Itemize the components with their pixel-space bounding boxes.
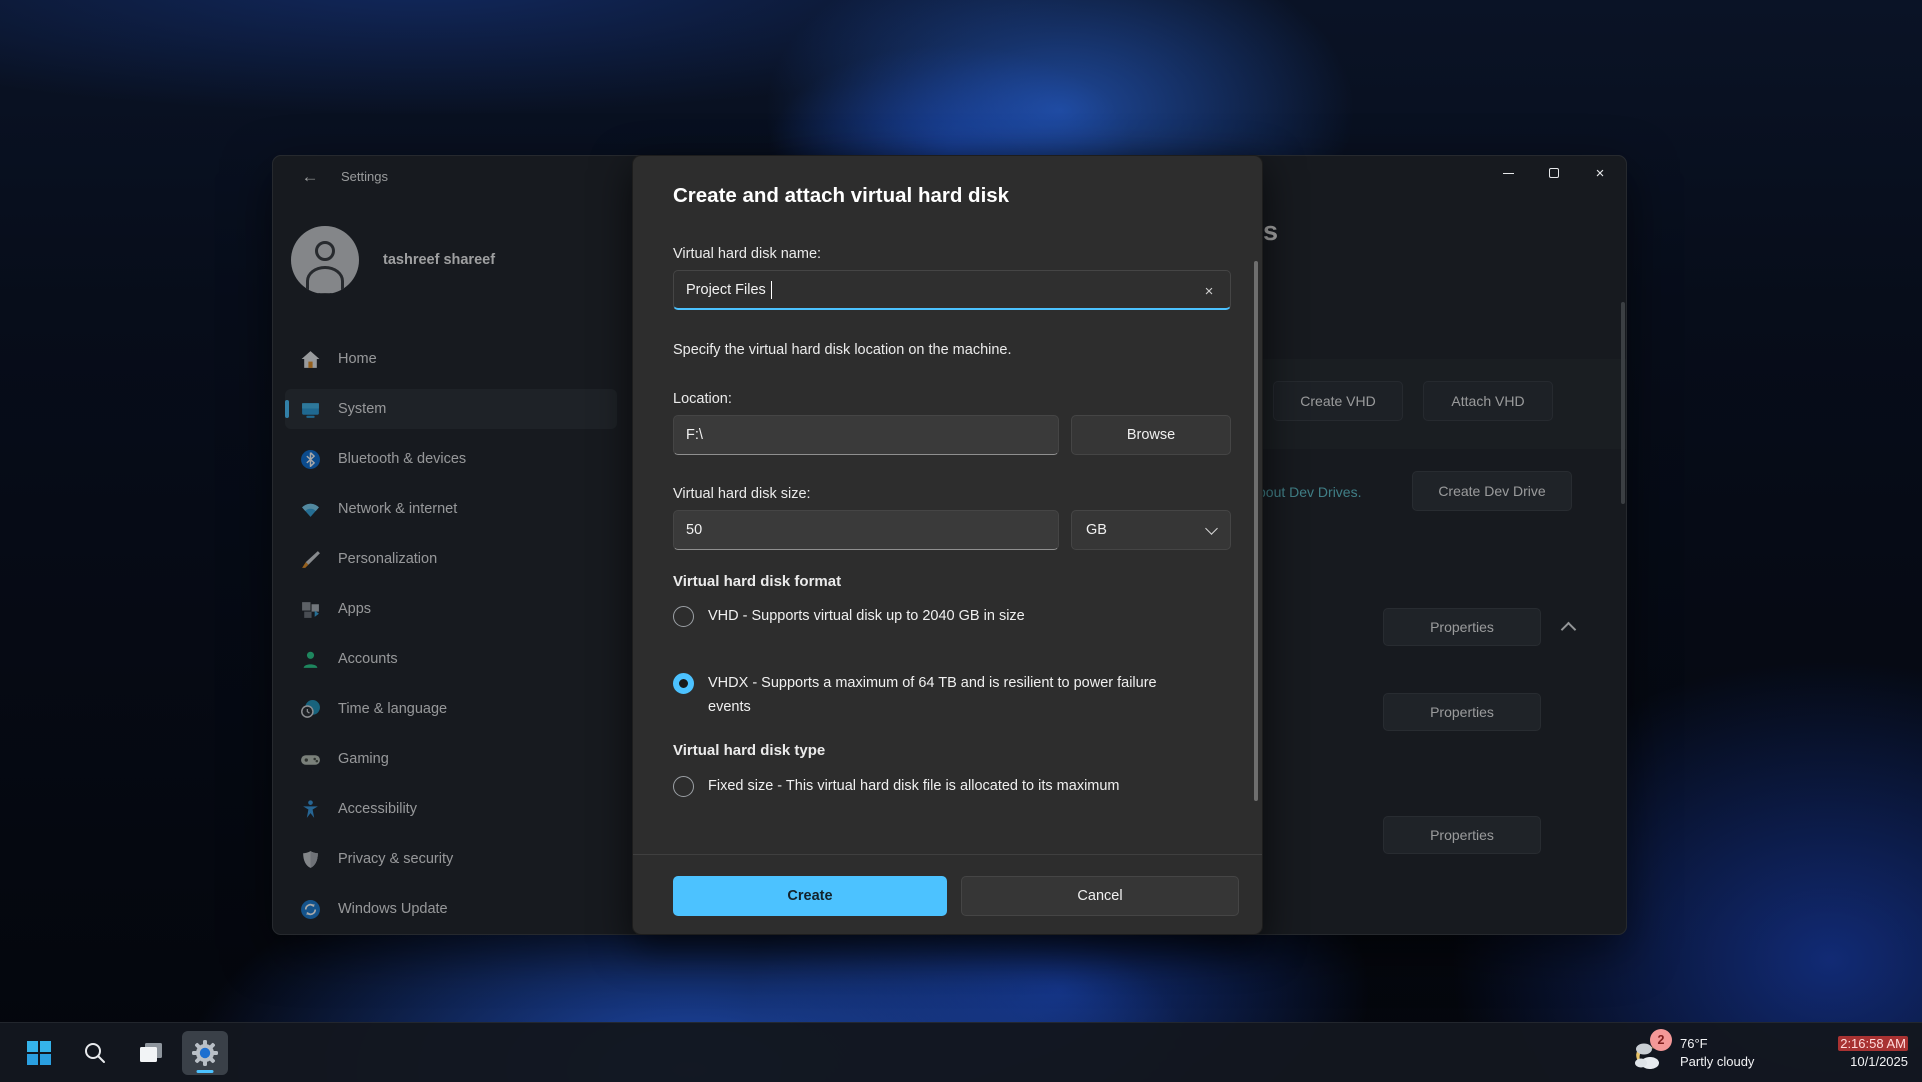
size-label: Virtual hard disk size:: [673, 486, 811, 502]
location-value: F:\: [686, 427, 703, 443]
radio-option-vhd[interactable]: VHD - Supports virtual disk up to 2040 G…: [673, 606, 1213, 627]
size-unit-dropdown[interactable]: GB: [1071, 510, 1231, 550]
system-tray: 2 76°F Partly cloudy 2:16:58 AM 10/1/202…: [1628, 1023, 1922, 1082]
settings-gear-icon: [192, 1040, 218, 1066]
clock[interactable]: 2:16:58 AM 10/1/2025: [1790, 1035, 1908, 1071]
weather-condition: Partly cloudy: [1680, 1054, 1755, 1069]
desktop: ← Settings tashreef shareef Home System …: [0, 0, 1922, 1082]
settings-app-button[interactable]: [182, 1031, 228, 1075]
date: 10/1/2025: [1850, 1054, 1908, 1069]
maximize-icon: [1549, 168, 1559, 178]
cancel-button[interactable]: Cancel: [961, 876, 1239, 916]
clear-input-icon[interactable]: ×: [1198, 280, 1220, 302]
close-button[interactable]: ×: [1577, 156, 1623, 190]
radio-selected-icon: [673, 673, 694, 694]
radio-label: VHD - Supports virtual disk up to 2040 G…: [708, 608, 1025, 624]
weather-text[interactable]: 76°F Partly cloudy: [1680, 1035, 1790, 1071]
task-view-icon: [140, 1043, 162, 1062]
time: 2:16:58 AM: [1838, 1036, 1908, 1051]
notification-badge[interactable]: 2: [1650, 1029, 1672, 1051]
close-icon: ×: [1595, 164, 1605, 182]
size-value: 50: [686, 522, 703, 538]
radio-label: Fixed size - This virtual hard disk file…: [708, 778, 1120, 794]
radio-option-vhdx[interactable]: VHDX - Supports a maximum of 64 TB and i…: [673, 673, 1183, 719]
maximize-button[interactable]: [1531, 156, 1577, 190]
radio-label: VHDX - Supports a maximum of 64 TB and i…: [708, 675, 1157, 715]
radio-option-fixed-size[interactable]: Fixed size - This virtual hard disk file…: [673, 776, 1233, 797]
name-value: Project Files: [686, 281, 766, 298]
window-controls: ×: [1485, 156, 1922, 190]
dialog-divider: [633, 854, 1262, 855]
format-heading: Virtual hard disk format: [673, 573, 842, 590]
dialog-title: Create and attach virtual hard disk: [673, 184, 1010, 207]
name-label: Virtual hard disk name:: [673, 246, 822, 262]
browse-button[interactable]: Browse: [1071, 415, 1231, 455]
type-heading: Virtual hard disk type: [673, 742, 826, 759]
create-vhd-dialog: Create and attach virtual hard disk Virt…: [632, 155, 1263, 935]
task-view-button[interactable]: [128, 1031, 174, 1075]
radio-unselected-icon: [673, 776, 694, 797]
app-active-indicator: [196, 1069, 214, 1073]
search-icon: [85, 1043, 105, 1063]
size-input[interactable]: 50: [673, 510, 1059, 550]
minimize-icon: [1502, 172, 1514, 174]
size-unit-value: GB: [1086, 522, 1107, 538]
taskbar: 2 76°F Partly cloudy 2:16:58 AM 10/1/202…: [0, 1022, 1922, 1082]
chevron-down-icon: [1205, 521, 1218, 535]
windows-start-icon: [27, 1041, 51, 1065]
radio-unselected-icon: [673, 606, 694, 627]
text-caret: [770, 280, 773, 299]
create-button[interactable]: Create: [673, 876, 947, 916]
name-input[interactable]: Project Files ×: [673, 270, 1231, 310]
search-button[interactable]: [72, 1031, 118, 1075]
minimize-button[interactable]: [1485, 156, 1531, 190]
temperature: 76°F: [1680, 1036, 1708, 1051]
dialog-scrollbar[interactable]: [1254, 261, 1258, 801]
location-input[interactable]: F:\: [673, 415, 1059, 455]
weather-widget[interactable]: 2: [1628, 1029, 1674, 1075]
location-intro: Specify the virtual hard disk location o…: [673, 342, 1012, 358]
location-label: Location:: [673, 391, 732, 407]
start-button[interactable]: [16, 1031, 62, 1075]
